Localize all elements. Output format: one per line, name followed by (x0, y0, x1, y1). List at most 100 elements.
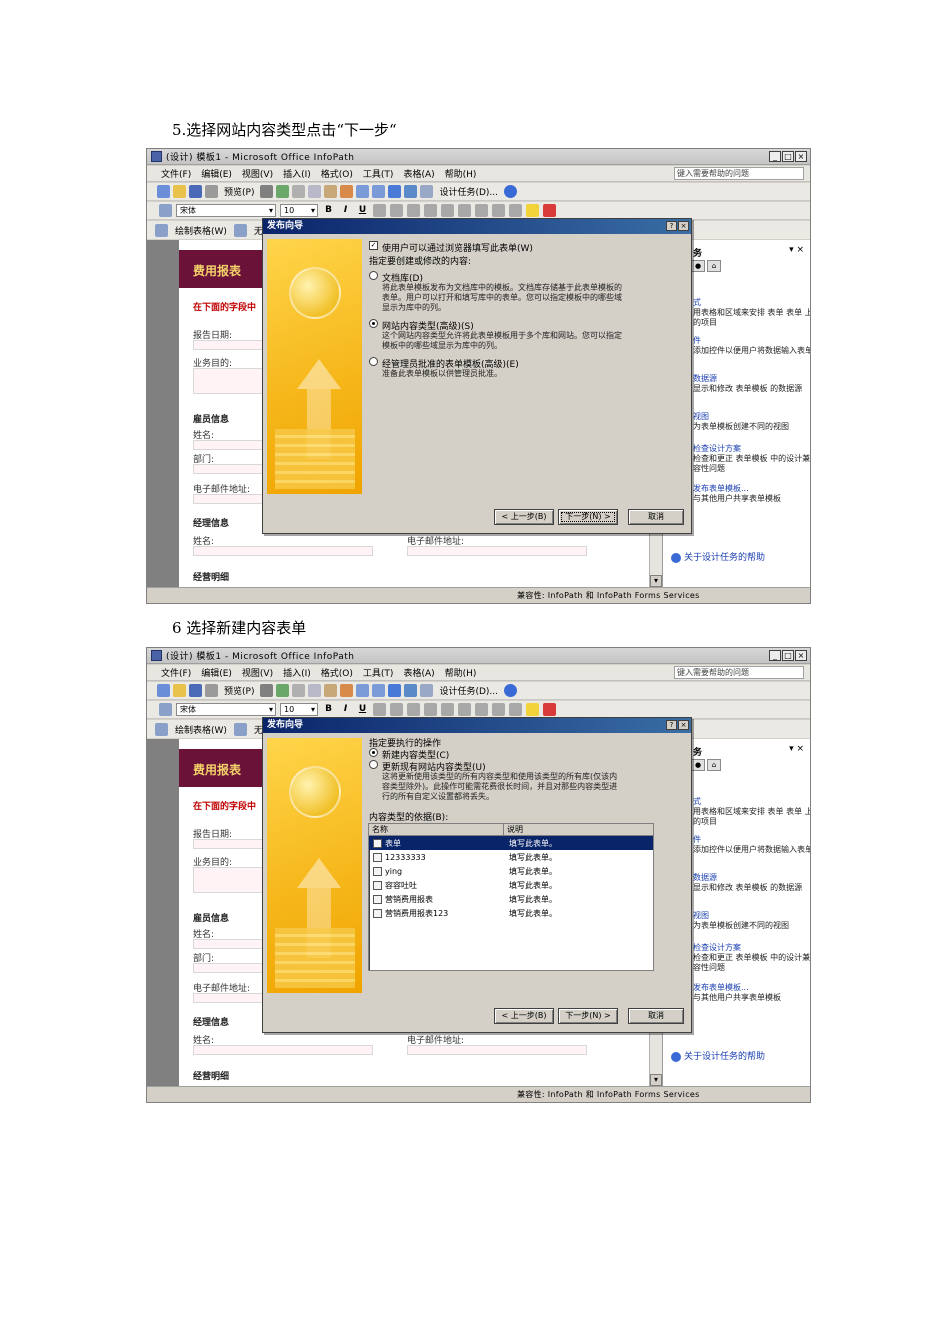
numbering-icon[interactable] (475, 204, 488, 217)
dialog-close-button[interactable]: × (678, 221, 689, 231)
back-icon[interactable]: ● (691, 260, 705, 272)
bold-button[interactable]: B (322, 703, 335, 716)
task-entry[interactable]: 数据源 显示和修改 表单模板 的数据源 (693, 374, 810, 394)
print-icon[interactable] (260, 684, 274, 697)
italic-button[interactable]: I (339, 703, 352, 716)
font-combo[interactable]: 宋体 (176, 204, 276, 217)
menu-file[interactable]: 文件(F) (161, 666, 191, 679)
draw-table-icon[interactable] (155, 223, 168, 237)
draw-table-button[interactable]: 绘制表格(W) (172, 723, 230, 736)
menu-help[interactable]: 帮助(H) (445, 666, 477, 679)
highlight-icon[interactable] (526, 703, 539, 716)
list-item[interactable]: 容容吐吐 填写此表单。 (369, 878, 653, 892)
manager-email-field[interactable] (407, 546, 587, 556)
back-button[interactable]: < 上一步(B) (494, 1008, 554, 1024)
font-color-icon[interactable] (543, 204, 556, 217)
styles-icon[interactable] (159, 204, 172, 217)
align-left-icon[interactable] (373, 703, 386, 716)
task-entry[interactable]: 检查设计方案 检查和更正 表单模板 中的设计兼容性问题 (693, 943, 810, 973)
close-button[interactable]: × (795, 650, 807, 661)
preview-button[interactable]: 预览(P) (221, 185, 257, 198)
minimize-button[interactable]: _ (769, 151, 781, 162)
cut-icon[interactable] (292, 185, 306, 198)
open-icon[interactable] (173, 684, 186, 697)
list-item[interactable]: 12333333 填写此表单。 (369, 850, 653, 864)
task-entry[interactable]: 发布表单模板... 与其他用户共享表单模板 (693, 983, 810, 1003)
dialog-close-button[interactable]: × (678, 720, 689, 730)
numbering-icon[interactable] (475, 703, 488, 716)
redo-icon[interactable] (372, 684, 386, 697)
list-item[interactable]: 表单 填写此表单。 (369, 836, 653, 850)
font-combo[interactable]: 宋体 (176, 703, 276, 716)
cancel-button[interactable]: 取消 (628, 509, 684, 525)
underline-button[interactable]: U (356, 703, 369, 716)
outdent-icon[interactable] (492, 204, 505, 217)
task-entry[interactable]: 发布表单模板... 与其他用户共享表单模板 (693, 484, 810, 504)
menu-view[interactable]: 视图(V) (242, 167, 273, 180)
menu-tools[interactable]: 工具(T) (363, 666, 394, 679)
copy-icon[interactable] (308, 185, 322, 198)
save-icon[interactable] (189, 185, 202, 198)
align-right-icon[interactable] (407, 703, 420, 716)
list-item[interactable]: 营销费用报表123 填写此表单。 (369, 906, 653, 920)
task-entry[interactable]: 件添加控件以便用户将数据输入表单 (693, 835, 810, 855)
cancel-button[interactable]: 取消 (628, 1008, 684, 1024)
bullets-icon[interactable] (458, 204, 471, 217)
back-button[interactable]: < 上一步(B) (494, 509, 554, 525)
task-entry[interactable]: 视图 为表单模板创建不同的视图 (693, 911, 810, 931)
border-icon[interactable] (233, 722, 247, 736)
hyperlink-icon[interactable] (388, 684, 402, 697)
home-icon[interactable]: ⌂ (707, 759, 721, 771)
italic-button[interactable]: I (339, 204, 352, 217)
maximize-button[interactable]: □ (782, 151, 794, 162)
font-color-icon[interactable] (543, 703, 556, 716)
bullets-icon[interactable] (458, 703, 471, 716)
align-left-icon[interactable] (373, 204, 386, 217)
dialog-help-button[interactable]: ? (666, 720, 677, 730)
manager-email-field[interactable] (407, 1045, 587, 1055)
scroll-down-icon[interactable]: ▾ (650, 575, 662, 587)
manager-name-field[interactable] (193, 546, 373, 556)
next-button[interactable]: 下一步(N) > (558, 1008, 618, 1024)
table-icon[interactable] (404, 185, 418, 198)
justify-icon[interactable] (424, 204, 437, 217)
task-entry[interactable]: 视图 为表单模板创建不同的视图 (693, 412, 810, 432)
help-icon[interactable] (504, 684, 517, 697)
task-entry[interactable]: 数据源 显示和修改 表单模板 的数据源 (693, 873, 810, 893)
browser-fill-checkbox[interactable]: ✓ 使用户可以通过浏览器填写此表单(W) (369, 241, 533, 254)
close-button[interactable]: × (795, 151, 807, 162)
print-preview-icon[interactable] (205, 684, 218, 697)
align-center-icon[interactable] (390, 204, 403, 217)
help-icon[interactable] (504, 185, 517, 198)
task-pane-close-icon[interactable]: ▾ × (789, 744, 804, 754)
format-painter-icon[interactable] (340, 185, 354, 198)
preview-button[interactable]: 预览(P) (221, 684, 257, 697)
maximize-button[interactable]: □ (782, 650, 794, 661)
help-search-input[interactable]: 键入需要帮助的问题 (674, 167, 804, 180)
new-icon[interactable] (157, 684, 170, 697)
undo-icon[interactable] (356, 185, 370, 198)
menu-table[interactable]: 表格(A) (403, 666, 434, 679)
size-combo[interactable]: 10 (280, 204, 318, 217)
menu-format[interactable]: 格式(O) (321, 167, 353, 180)
copy-icon[interactable] (308, 684, 322, 697)
cut-icon[interactable] (292, 684, 306, 697)
table-icon[interactable] (404, 684, 418, 697)
design-help-link[interactable]: 关于设计任务的帮助 (671, 1049, 765, 1062)
bold-button[interactable]: B (322, 204, 335, 217)
task-entry[interactable]: 检查设计方案 检查和更正 表单模板 中的设计兼容性问题 (693, 444, 810, 474)
design-tasks-button[interactable]: 设计任务(D)... (436, 684, 501, 697)
size-combo[interactable]: 10 (280, 703, 318, 716)
content-type-list[interactable]: 名称 说明 表单 填写此表单。 12333333 填写此表单。 ying 填写此… (368, 823, 654, 971)
dialog-help-button[interactable]: ? (666, 221, 677, 231)
menu-format[interactable]: 格式(O) (321, 666, 353, 679)
menu-table[interactable]: 表格(A) (403, 167, 434, 180)
draw-table-button[interactable]: 绘制表格(W) (172, 224, 230, 237)
list-item[interactable]: ying 填写此表单。 (369, 864, 653, 878)
menu-tools[interactable]: 工具(T) (363, 167, 394, 180)
task-entry[interactable]: 式用表格和区域来安排 表单 表单 上的项目 (693, 797, 810, 827)
menu-edit[interactable]: 编辑(E) (201, 666, 232, 679)
menu-edit[interactable]: 编辑(E) (201, 167, 232, 180)
design-tasks-button[interactable]: 设计任务(D)... (436, 185, 501, 198)
styles-icon[interactable] (159, 703, 172, 716)
